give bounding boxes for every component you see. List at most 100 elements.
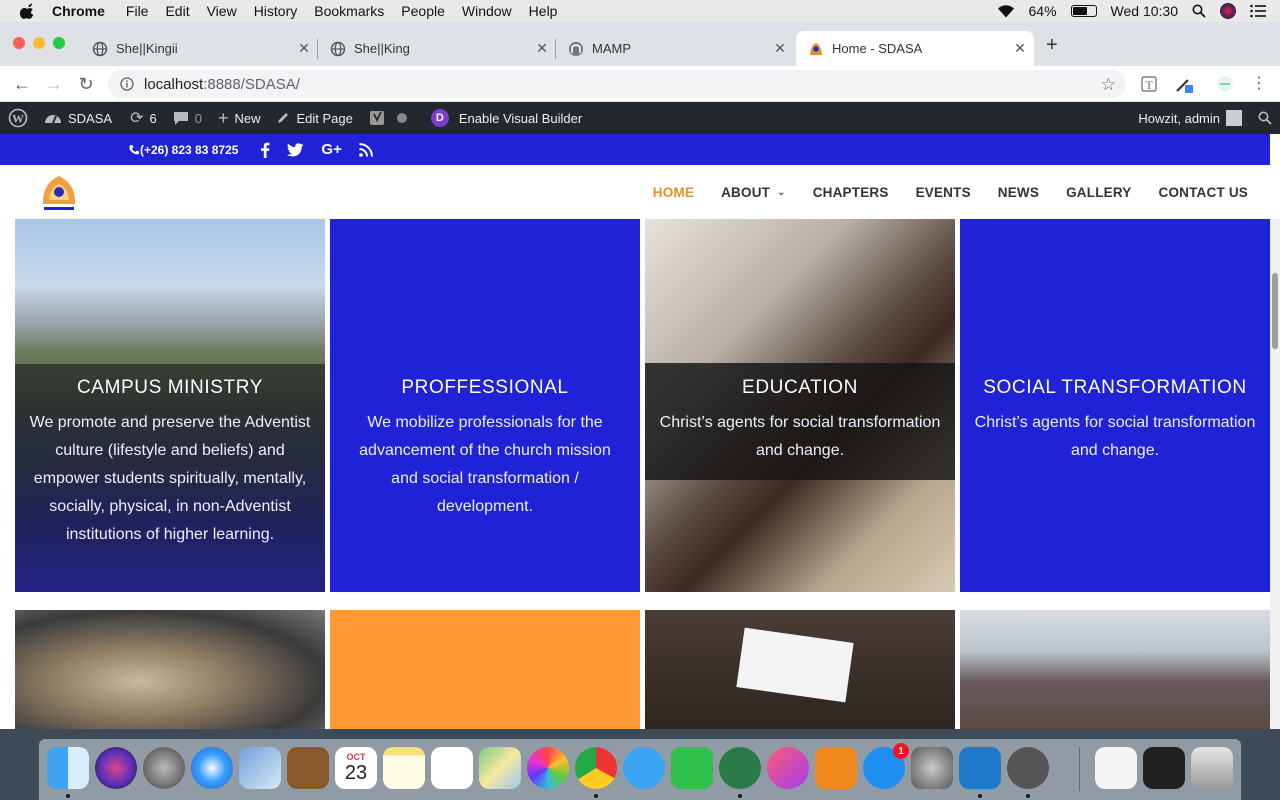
launchpad-icon[interactable] <box>143 747 185 789</box>
trash-icon[interactable] <box>1191 747 1233 789</box>
back-icon[interactable]: ← <box>12 74 32 94</box>
chrome-icon[interactable] <box>575 747 617 789</box>
vscode-icon[interactable] <box>959 747 1001 789</box>
wp-visual-builder[interactable]: D Enable Visual Builder <box>423 102 590 134</box>
card-image-desk[interactable] <box>645 610 955 729</box>
wifi-icon[interactable] <box>997 4 1015 18</box>
app-store-icon[interactable]: 1 <box>863 743 909 789</box>
card-campus-ministry[interactable]: CAMPUS MINISTRY We promote and preserve … <box>15 219 325 592</box>
nav-events[interactable]: EVENTS <box>916 185 971 200</box>
window-close-button[interactable] <box>13 37 25 49</box>
nav-chapters[interactable]: CHAPTERS <box>813 185 889 200</box>
calendar-day: 23 <box>344 761 368 784</box>
notification-center-icon[interactable] <box>1250 4 1266 18</box>
safari-icon[interactable] <box>191 747 233 789</box>
page-scrollbar[interactable] <box>1270 219 1280 729</box>
close-tab-icon[interactable]: ✕ <box>534 40 550 57</box>
menu-view[interactable]: View <box>207 3 237 19</box>
forward-icon[interactable]: → <box>44 74 64 94</box>
nav-news[interactable]: NEWS <box>998 185 1039 200</box>
atom-icon[interactable] <box>719 747 761 789</box>
menu-window[interactable]: Window <box>462 3 512 19</box>
nav-gallery[interactable]: GALLERY <box>1066 185 1131 200</box>
info-icon[interactable] <box>120 77 134 91</box>
rss-icon[interactable] <box>359 142 373 157</box>
phone-contact[interactable]: (+26) 823 83 8725 <box>128 143 238 157</box>
menubar-clock[interactable]: Wed 10:30 <box>1111 3 1178 19</box>
mail-icon[interactable] <box>239 747 281 789</box>
card-image-cafe[interactable] <box>15 610 325 729</box>
url-host: localhost <box>144 75 204 93</box>
nav-home[interactable]: HOME <box>653 185 694 200</box>
extension-round-icon[interactable] <box>1215 74 1235 94</box>
address-bar[interactable]: localhost:8888/SDASA/ ☆ <box>108 70 1126 98</box>
siri-icon[interactable] <box>95 747 137 789</box>
photos-icon[interactable] <box>527 747 569 789</box>
card-education[interactable]: EDUCATION Christ’s agents for social tra… <box>645 219 955 592</box>
battery-percent[interactable]: 64% <box>1029 3 1057 19</box>
mamp-icon[interactable] <box>1007 747 1049 789</box>
terminal-stack-icon[interactable] <box>1143 747 1185 789</box>
card-social-transformation[interactable]: SOCIAL TRANSFORMATION Christ’s agents fo… <box>960 219 1270 592</box>
sdasa-logo[interactable] <box>38 170 80 214</box>
wp-search[interactable] <box>1250 102 1280 134</box>
reminders-icon[interactable] <box>431 747 473 789</box>
wp-logo-menu[interactable]: W <box>0 102 36 134</box>
menu-app-chrome[interactable]: Chrome <box>52 3 105 19</box>
tab-home-sdasa[interactable]: Home - SDASA ✕ <box>796 31 1034 66</box>
books-icon[interactable] <box>815 747 857 789</box>
system-preferences-icon[interactable] <box>911 747 953 789</box>
wp-new-content[interactable]: + New <box>210 102 269 134</box>
document-stack-icon[interactable] <box>1095 747 1137 789</box>
twitter-icon[interactable] <box>287 142 304 157</box>
menu-file[interactable]: File <box>126 3 149 19</box>
reload-icon[interactable]: ↻ <box>76 74 96 94</box>
window-minimize-button[interactable] <box>33 37 45 49</box>
notes-icon[interactable] <box>383 747 425 789</box>
finder-icon[interactable] <box>47 747 89 789</box>
wp-account-menu[interactable]: Howzit, admin <box>1124 102 1250 134</box>
tab-mamp[interactable]: MAMP ✕ <box>556 31 794 66</box>
close-tab-icon[interactable]: ✕ <box>1012 40 1028 57</box>
messages-icon[interactable] <box>623 747 665 789</box>
apple-icon[interactable] <box>20 3 36 19</box>
contacts-icon[interactable] <box>287 747 329 789</box>
maps-icon[interactable] <box>479 747 521 789</box>
facetime-icon[interactable] <box>671 747 713 789</box>
menu-bookmarks[interactable]: Bookmarks <box>314 3 384 19</box>
wp-yoast[interactable] <box>361 102 415 134</box>
nav-contact-us[interactable]: CONTACT US <box>1159 185 1249 200</box>
menu-edit[interactable]: Edit <box>165 3 189 19</box>
card-professional[interactable]: PROFFESSIONAL We mobilize professionals … <box>330 219 640 592</box>
spotlight-icon[interactable] <box>1192 4 1206 18</box>
wp-edit-page[interactable]: Edit Page <box>268 102 360 134</box>
close-tab-icon[interactable]: ✕ <box>296 40 312 57</box>
tab-shellkingii[interactable]: She||Kingii ✕ <box>80 31 318 66</box>
menu-help[interactable]: Help <box>529 3 558 19</box>
nav-about[interactable]: ABOUT ⌄ <box>721 185 786 200</box>
menu-history[interactable]: History <box>254 3 298 19</box>
battery-icon[interactable] <box>1070 5 1097 17</box>
wp-updates[interactable]: ⟳ 6 <box>120 102 165 134</box>
font-extension-icon[interactable]: T <box>1139 74 1159 94</box>
music-icon[interactable] <box>767 747 809 789</box>
window-zoom-button[interactable] <box>53 37 65 49</box>
card-image-group[interactable] <box>960 610 1270 729</box>
card-orange-block[interactable] <box>330 610 640 729</box>
eyedropper-extension-icon[interactable] <box>1174 74 1194 94</box>
wp-site-name[interactable]: SDASA <box>36 102 120 134</box>
chrome-menu-icon[interactable]: ⋮ <box>1249 74 1269 94</box>
bookmark-star-icon[interactable]: ☆ <box>1101 75 1116 95</box>
close-tab-icon[interactable]: ✕ <box>772 40 788 57</box>
tab-shellking[interactable]: She||King ✕ <box>318 31 556 66</box>
menu-people[interactable]: People <box>401 3 445 19</box>
tab-title: She||Kingii <box>116 41 178 56</box>
new-tab-button[interactable]: + <box>1046 34 1058 57</box>
wp-comments[interactable]: 0 <box>165 102 210 134</box>
google-plus-icon[interactable]: G+ <box>321 141 341 158</box>
scrollbar-thumb[interactable] <box>1272 273 1278 349</box>
siri-icon[interactable] <box>1220 3 1236 19</box>
globe-icon <box>330 41 346 56</box>
calendar-icon[interactable]: OCT 23 <box>335 747 377 789</box>
facebook-icon[interactable] <box>260 142 270 158</box>
